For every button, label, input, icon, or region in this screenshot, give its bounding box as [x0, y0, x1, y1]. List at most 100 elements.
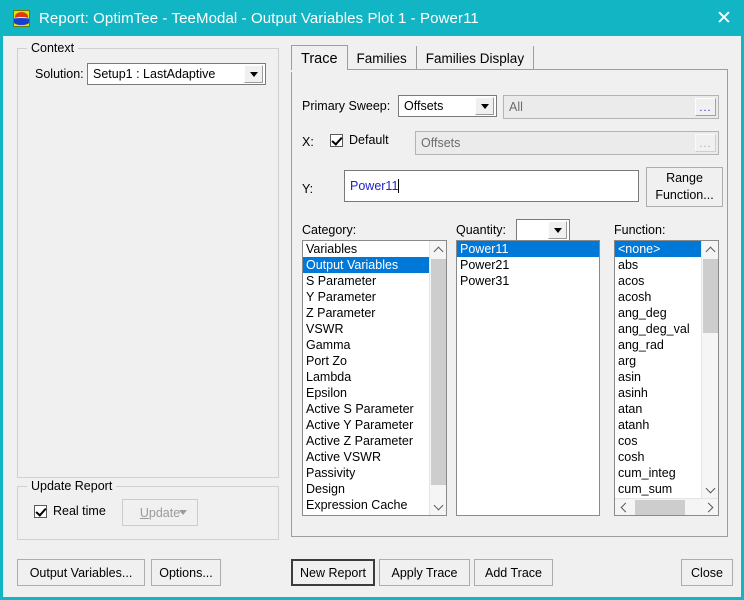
- function-item[interactable]: ang_rad: [615, 337, 701, 353]
- function-item[interactable]: cum_sum: [615, 481, 701, 497]
- function-item[interactable]: abs: [615, 257, 701, 273]
- category-item[interactable]: Passivity: [303, 465, 429, 481]
- category-item[interactable]: Active Z Parameter: [303, 433, 429, 449]
- function-horizontal-scrollbar[interactable]: [615, 498, 718, 515]
- tab-trace[interactable]: Trace: [291, 45, 348, 72]
- real-time-checkbox[interactable]: Real time: [34, 504, 106, 518]
- scroll-up-icon[interactable]: [430, 241, 446, 258]
- category-item[interactable]: Port Zo: [303, 353, 429, 369]
- category-item[interactable]: Design: [303, 481, 429, 497]
- solution-label: Solution:: [35, 67, 84, 81]
- quantity-item[interactable]: Power31: [457, 273, 599, 289]
- x-expression-browse-button[interactable]: ...: [695, 134, 716, 152]
- quantity-label: Quantity:: [456, 223, 507, 237]
- tab-families-display[interactable]: Families Display: [416, 46, 535, 70]
- quantity-listbox[interactable]: Power11 Power21 Power31: [456, 240, 600, 516]
- output-variables-button[interactable]: Output Variables...: [17, 559, 145, 586]
- scrollbar-thumb[interactable]: [431, 259, 446, 485]
- dialog-client-area: Context Solution: Setup1 : LastAdaptive …: [3, 36, 741, 597]
- title-bar: Report: OptimTee - TeeModal - Output Var…: [3, 0, 744, 36]
- range-function-label-line1: Range: [666, 171, 703, 185]
- tab-families[interactable]: Families: [347, 46, 417, 70]
- close-button[interactable]: Close: [681, 559, 733, 586]
- category-item[interactable]: Gamma: [303, 337, 429, 353]
- category-item[interactable]: Active VSWR: [303, 449, 429, 465]
- category-item[interactable]: Expression Cache: [303, 497, 429, 513]
- category-item[interactable]: Active Y Parameter: [303, 417, 429, 433]
- category-item[interactable]: Expression Converges: [303, 513, 429, 515]
- primary-sweep-label: Primary Sweep:: [302, 99, 391, 113]
- quantity-combobox[interactable]: [516, 219, 570, 241]
- function-listbox[interactable]: <none> abs acos acosh ang_deg ang_deg_val ang_…: [614, 240, 719, 516]
- range-function-button[interactable]: Range Function...: [646, 167, 723, 207]
- quantity-list-items: Power11 Power21 Power31: [457, 241, 599, 515]
- primary-sweep-range-browse-button[interactable]: ...: [695, 98, 716, 116]
- add-trace-button[interactable]: Add Trace: [474, 559, 553, 586]
- checkmark-icon: [330, 133, 343, 147]
- function-item[interactable]: asinh: [615, 385, 701, 401]
- function-item[interactable]: ang_deg: [615, 305, 701, 321]
- scroll-up-icon[interactable]: [702, 241, 718, 258]
- function-item[interactable]: cum_integ: [615, 465, 701, 481]
- category-item[interactable]: Lambda: [303, 369, 429, 385]
- scroll-down-icon[interactable]: [702, 481, 718, 498]
- options-button[interactable]: Options...: [151, 559, 221, 586]
- category-item[interactable]: Active S Parameter: [303, 401, 429, 417]
- close-window-button[interactable]: ✕: [701, 0, 744, 36]
- function-label: Function:: [614, 223, 666, 237]
- category-item[interactable]: Variables: [303, 241, 429, 257]
- function-list-items: <none> abs acos acosh ang_deg ang_deg_val ang_…: [615, 241, 701, 498]
- scroll-right-icon[interactable]: [701, 499, 718, 515]
- tab-strip: Trace Families Families Display: [291, 44, 535, 72]
- function-item[interactable]: cos: [615, 433, 701, 449]
- function-item[interactable]: asin: [615, 369, 701, 385]
- function-item[interactable]: arg: [615, 353, 701, 369]
- update-button[interactable]: Update: [122, 499, 198, 526]
- function-item[interactable]: acosh: [615, 289, 701, 305]
- quantity-item[interactable]: Power11: [457, 241, 599, 257]
- category-item[interactable]: VSWR: [303, 321, 429, 337]
- function-item[interactable]: ang_deg_val: [615, 321, 701, 337]
- x-default-label: Default: [349, 133, 389, 147]
- scroll-left-icon[interactable]: [615, 499, 632, 515]
- update-button-label-rest: pdate: [148, 505, 181, 520]
- function-item[interactable]: cosh: [615, 449, 701, 465]
- primary-sweep-combobox[interactable]: Offsets: [398, 95, 497, 117]
- function-item[interactable]: atan: [615, 401, 701, 417]
- solution-value: Setup1 : LastAdaptive: [93, 67, 216, 81]
- trace-tab-panel: Primary Sweep: Offsets All ... X: Defaul…: [291, 69, 728, 537]
- context-group: Context Solution: Setup1 : LastAdaptive: [17, 41, 279, 478]
- y-label: Y:: [302, 182, 314, 196]
- primary-sweep-range-field[interactable]: All ...: [503, 95, 719, 119]
- application-plot-icon: [13, 9, 30, 27]
- new-report-button[interactable]: New Report: [291, 559, 375, 586]
- x-expression-field[interactable]: Offsets ...: [415, 131, 719, 155]
- function-item[interactable]: acos: [615, 273, 701, 289]
- category-item[interactable]: Output Variables: [303, 257, 429, 273]
- category-listbox[interactable]: Variables Output Variables S Parameter Y Pa…: [302, 240, 447, 516]
- category-item[interactable]: S Parameter: [303, 273, 429, 289]
- category-item[interactable]: Y Parameter: [303, 289, 429, 305]
- function-vertical-scrollbar[interactable]: [701, 241, 718, 498]
- apply-trace-button[interactable]: Apply Trace: [379, 559, 470, 586]
- category-vertical-scrollbar[interactable]: [429, 241, 446, 515]
- chevron-down-icon[interactable]: [244, 65, 263, 83]
- scrollbar-thumb[interactable]: [703, 259, 718, 333]
- function-item[interactable]: atanh: [615, 417, 701, 433]
- text-caret: [398, 179, 400, 193]
- update-report-group-title: Update Report: [27, 479, 117, 493]
- solution-combobox[interactable]: Setup1 : LastAdaptive: [87, 63, 266, 85]
- category-item[interactable]: Z Parameter: [303, 305, 429, 321]
- scrollbar-thumb[interactable]: [635, 500, 685, 515]
- function-item[interactable]: <none>: [615, 241, 701, 257]
- y-expression-field[interactable]: Power11: [344, 170, 639, 202]
- range-function-label-line2: Function...: [655, 188, 714, 202]
- chevron-down-icon[interactable]: [475, 97, 494, 115]
- window-title: Report: OptimTee - TeeModal - Output Var…: [39, 9, 479, 27]
- category-item[interactable]: Epsilon: [303, 385, 429, 401]
- x-default-checkbox[interactable]: Default: [330, 133, 389, 147]
- quantity-item[interactable]: Power21: [457, 257, 599, 273]
- context-group-title: Context: [27, 41, 79, 55]
- scroll-down-icon[interactable]: [430, 498, 446, 515]
- chevron-down-icon[interactable]: [548, 221, 567, 239]
